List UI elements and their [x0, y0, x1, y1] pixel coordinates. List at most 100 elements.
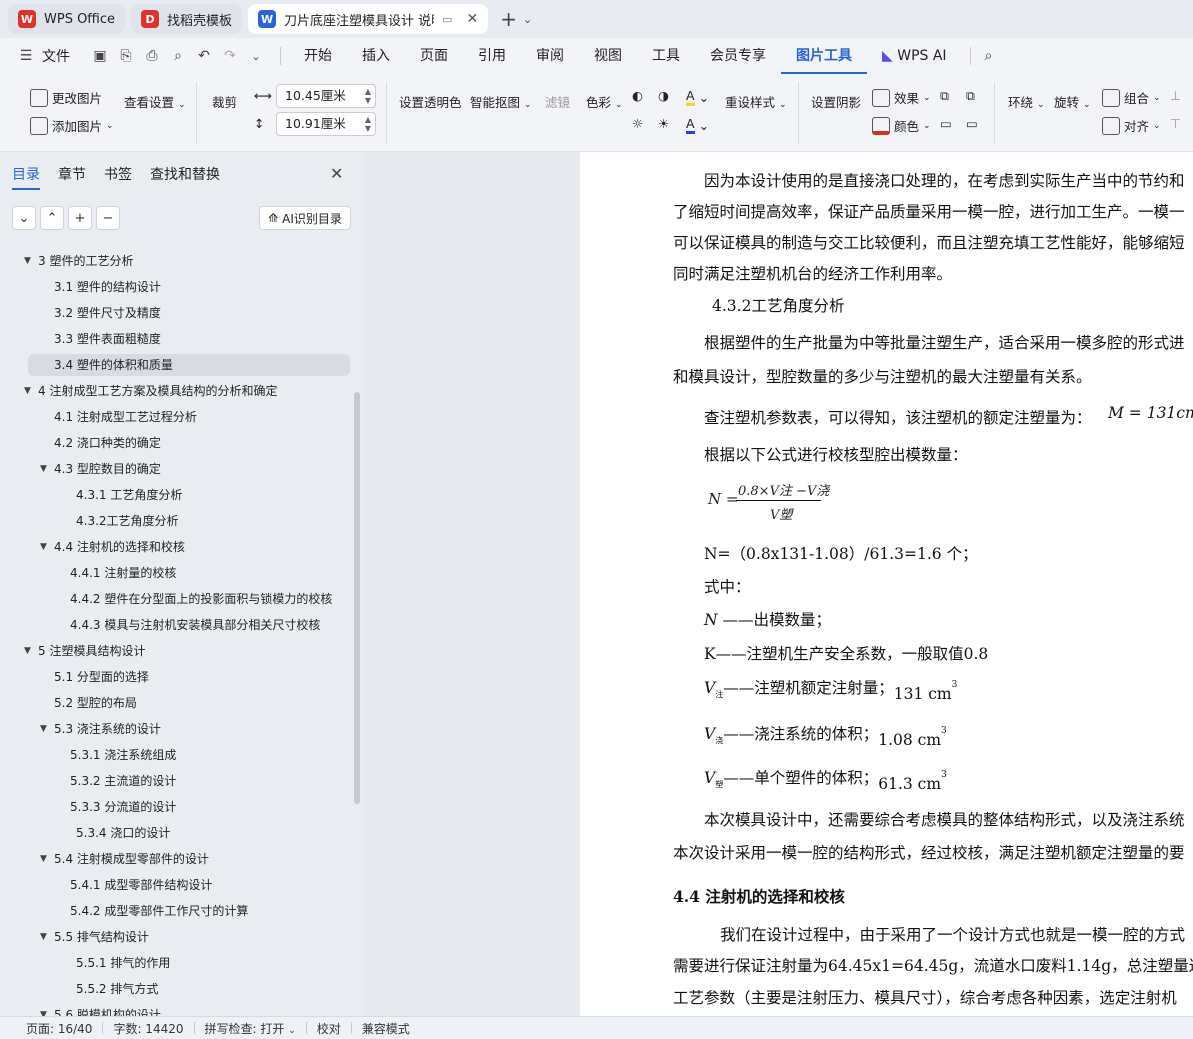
page-indicator[interactable]: 页面: 16/40 [16, 1020, 102, 1037]
toc-item[interactable]: 5.5.2 排气方式 [76, 978, 158, 1000]
save-icon[interactable]: ▣ [90, 46, 110, 66]
more-icon[interactable]: ⊤ [1170, 116, 1181, 131]
expand-arrow-icon[interactable]: ▼ [40, 724, 47, 734]
expand-arrow-icon[interactable]: ▼ [40, 932, 47, 942]
toc-item[interactable]: 5.4 注射模成型零部件的设计 [54, 848, 209, 870]
smart-cutout-button[interactable]: 智能抠图 ⌄ [470, 86, 532, 111]
ai-toc-button[interactable]: ⟰ AI识别目录 [259, 206, 351, 230]
spell-check[interactable]: 拼写检查: 打开 ⌄ [195, 1020, 306, 1037]
fill-color-button[interactable]: 颜色 ⌄ [872, 116, 931, 135]
redo-icon[interactable]: ↷ [220, 46, 240, 66]
send-backward-icon[interactable]: ⧉ [966, 88, 975, 104]
menu-view[interactable]: 视图 [579, 38, 637, 74]
toc-item[interactable]: 4.3 型腔数目的确定 [54, 458, 161, 480]
toc-item[interactable]: 5 注塑模具结构设计 [38, 640, 145, 662]
toc-item[interactable]: 5.5 排气结构设计 [54, 926, 149, 948]
print-icon[interactable]: ⎙ [142, 46, 162, 66]
expand-arrow-icon[interactable]: ▼ [24, 646, 31, 656]
bring-forward-icon[interactable]: ⧉ [940, 88, 949, 104]
more-icon[interactable]: ⊥ [1170, 88, 1181, 103]
expand-arrow-icon[interactable]: ▼ [24, 256, 31, 266]
close-icon[interactable]: ✕ [466, 11, 478, 27]
font-color-icon[interactable]: A ⌄ [686, 116, 709, 134]
toc-item[interactable]: 5.4.1 成型零部件结构设计 [70, 874, 212, 896]
align-button[interactable]: 对齐 ⌄ [1102, 116, 1161, 135]
tab-toc[interactable]: 目录 [12, 164, 40, 190]
height-input[interactable]: 10.91厘米 ▲ ▼ [276, 112, 376, 136]
spinner-icon[interactable]: ▲ ▼ [365, 115, 371, 133]
menu-wps-ai[interactable]: ◣ WPS AI [867, 38, 962, 74]
toc-item[interactable]: 5.1 分型面的选择 [54, 666, 149, 688]
sun-icon[interactable]: ☼ [632, 116, 643, 131]
tab-document[interactable]: W 刀片底座注塑模具设计 说明书 ▭ ✕ [248, 4, 489, 34]
toc-item[interactable]: 4.4.3 模具与注射机安装模具部分相关尺寸校核 [70, 614, 320, 636]
toc-item[interactable]: 3.1 塑件的结构设计 [54, 276, 161, 298]
tab-template[interactable]: D 找稻壳模板 [131, 4, 243, 34]
contrast-icon[interactable]: ◑ [658, 88, 669, 103]
toc-item[interactable]: 5.3.1 浇注系统组成 [70, 744, 176, 766]
expand-up-button[interactable]: ⌃ [40, 206, 64, 230]
toc-item[interactable]: 4.1 注射成型工艺过程分析 [54, 406, 197, 428]
change-image-button[interactable]: 更改图片 [30, 88, 102, 107]
toc-item[interactable]: 4.3.1 工艺角度分析 [76, 484, 182, 506]
proofread[interactable]: 校对 [307, 1020, 351, 1037]
toc-item[interactable]: 4.2 浇口种类的确定 [54, 432, 161, 454]
search-icon[interactable]: ⌕ [979, 46, 999, 66]
toc-item[interactable]: 3 塑件的工艺分析 [38, 250, 133, 272]
view-settings-button[interactable]: 查看设置 ⌄ [124, 86, 186, 111]
effects-button[interactable]: 效果 ⌄ [872, 88, 931, 107]
color-button[interactable]: 色彩 ⌄ [586, 86, 623, 111]
toc-item[interactable]: 4.4 注射机的选择和校核 [54, 536, 185, 558]
toc-item[interactable]: 4.3.2工艺角度分析 [76, 510, 179, 532]
tab-wps-office[interactable]: W WPS Office [8, 4, 126, 34]
layer-icon[interactable]: ▭ [940, 116, 952, 131]
tab-find-replace[interactable]: 查找和替换 [150, 164, 220, 190]
spinner-icon[interactable]: ▲ ▼ [365, 87, 371, 105]
toc-item[interactable]: 3.3 塑件表面粗糙度 [54, 328, 161, 350]
toc-item[interactable]: 5.3.3 分流道的设计 [70, 796, 176, 818]
expand-arrow-icon[interactable]: ▼ [40, 854, 47, 864]
toc-item[interactable]: 3.2 塑件尺寸及精度 [54, 302, 161, 324]
new-tab-icon[interactable]: + [500, 7, 517, 31]
menu-references[interactable]: 引用 [463, 38, 521, 74]
toc-item[interactable]: 5.3.2 主流道的设计 [70, 770, 176, 792]
sun-dim-icon[interactable]: ☀ [658, 116, 669, 131]
toc-item[interactable]: 5.4.2 成型零部件工作尺寸的计算 [70, 900, 248, 922]
toc-item[interactable]: 5.3 浇注系统的设计 [54, 718, 161, 740]
rotate-button[interactable]: 旋转 ⌄ [1054, 86, 1091, 111]
add-heading-button[interactable]: + [68, 206, 92, 230]
chevron-down-icon[interactable]: ⌄ [246, 46, 266, 66]
brightness-icon[interactable]: ◐ [632, 88, 643, 103]
add-image-button[interactable]: 添加图片 ⌄ [30, 116, 114, 135]
layer-down-icon[interactable]: ▭ [966, 116, 978, 131]
highlight-icon[interactable]: A ⌄ [686, 88, 709, 106]
close-icon[interactable]: ✕ [330, 164, 343, 183]
hamburger-icon[interactable]: ☰ [16, 46, 36, 66]
remove-heading-button[interactable]: − [96, 206, 120, 230]
set-shadow-button[interactable]: 设置阴影 [811, 86, 861, 111]
expand-arrow-icon[interactable]: ▼ [40, 464, 47, 474]
expand-arrow-icon[interactable]: ▼ [24, 386, 31, 396]
menu-page[interactable]: 页面 [405, 38, 463, 74]
file-menu[interactable]: 文件 [42, 46, 70, 66]
menu-picture-tools[interactable]: 图片工具 [781, 38, 867, 74]
filter-button[interactable]: 滤镜 [545, 86, 570, 111]
undo-icon[interactable]: ↶ [194, 46, 214, 66]
toc-item[interactable]: 5.3.4 浇口的设计 [76, 822, 170, 844]
menu-tools[interactable]: 工具 [637, 38, 695, 74]
document-page[interactable]: 因为本设计使用的是直接浇口处理的，在考虑到实际生产当中的节约和 了缩短时间提高效… [580, 152, 1193, 1016]
tab-chapters[interactable]: 章节 [58, 164, 86, 190]
toc-item[interactable]: 5.6 脱模机构的设计 [54, 1004, 161, 1016]
chevron-down-icon[interactable]: ⌄ [523, 13, 532, 26]
width-input[interactable]: 10.45厘米 ▲ ▼ [276, 84, 376, 108]
tab-bookmarks[interactable]: 书签 [104, 164, 132, 190]
reset-style-button[interactable]: 重设样式 ⌄ [725, 86, 787, 111]
toc-item[interactable]: 4.4.2 塑件在分型面上的投影面积与锁模力的校核 [70, 588, 332, 610]
collapse-all-button[interactable]: ⌄ [12, 206, 36, 230]
export-icon[interactable]: ⎘ [116, 46, 136, 66]
menu-insert[interactable]: 插入 [347, 38, 405, 74]
toc-item[interactable]: 5.2 型腔的布局 [54, 692, 137, 714]
toc-scrollbar[interactable] [354, 392, 360, 804]
print-preview-icon[interactable]: ⌕ [168, 46, 188, 66]
group-button[interactable]: 组合 ⌄ [1102, 88, 1161, 107]
